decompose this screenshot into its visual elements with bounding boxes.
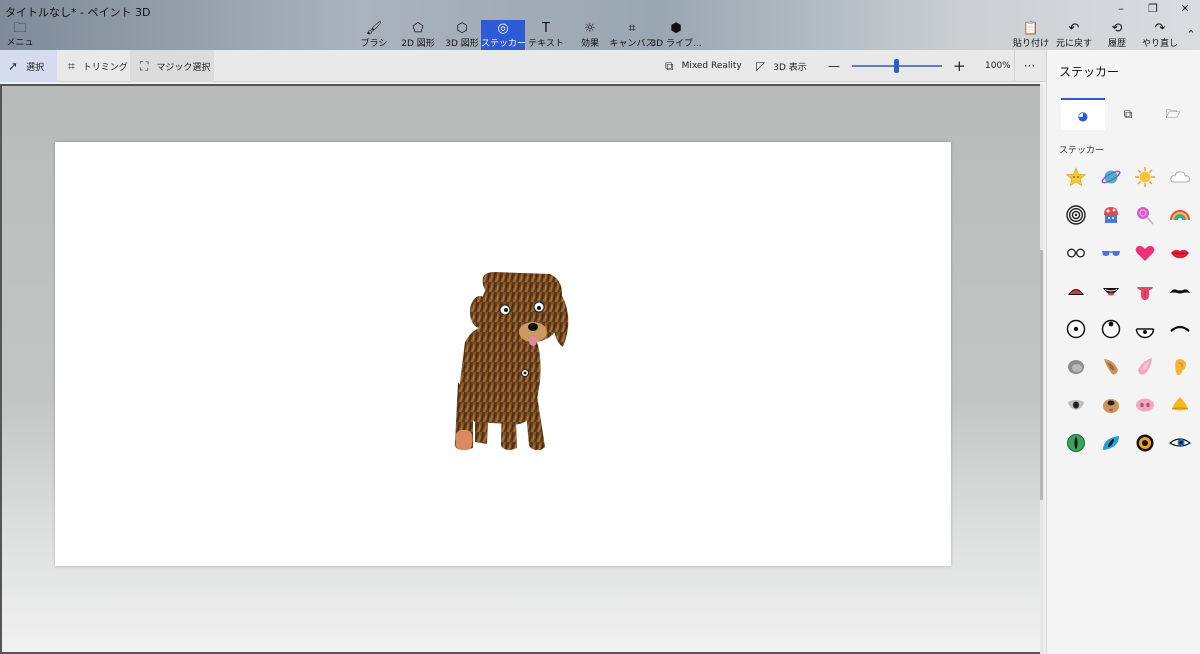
rainbow-sticker[interactable] [1168, 203, 1192, 227]
sunglasses-sticker[interactable] [1099, 241, 1123, 265]
tool-3d-library[interactable]: ⬢ 3D ライブ... [650, 22, 702, 50]
heart-sticker[interactable] [1133, 241, 1157, 265]
pig-nose-sticker[interactable] [1133, 393, 1157, 417]
ribbon: タイトルなし* - ペイント 3D – ❐ ✕ 🗀 メニュー 🖌 ブラシ ⬠ 2… [0, 0, 1200, 62]
star-sticker[interactable] [1064, 165, 1088, 189]
section-label: ステッカー [1059, 146, 1105, 156]
lizard-eye-sticker[interactable] [1064, 431, 1088, 455]
tool-label: 3D 図形 [445, 39, 479, 49]
zoom-slider-thumb[interactable] [894, 59, 899, 73]
canvas[interactable] [55, 142, 951, 566]
close-button[interactable]: ✕ [1170, 2, 1200, 18]
minimize-button[interactable]: – [1106, 2, 1136, 18]
folder-icon: 🗀 [13, 21, 27, 36]
mouse-ear-sticker[interactable] [1064, 355, 1088, 379]
tool-label: ブラシ [360, 39, 388, 49]
dog-3d-model[interactable] [55, 142, 951, 566]
crop-label: トリミング [82, 62, 128, 73]
eyebrow-sticker[interactable] [1168, 317, 1192, 341]
3d-view-button[interactable]: ◸ 3D 表示 [756, 50, 807, 82]
side-eye-sticker[interactable] [1168, 431, 1192, 455]
history-icon: ⟲ [1111, 21, 1123, 36]
history-button[interactable]: ⟲ 履歴 [1094, 22, 1140, 50]
magic-select-label: マジック選択 [156, 62, 211, 73]
panel-title: ステッカー [1059, 65, 1120, 79]
menu-button[interactable]: 🗀 メニュー [4, 21, 36, 62]
textures-tab-icon: ⧉ [1123, 107, 1133, 121]
eye-dot-sticker[interactable] [1064, 317, 1088, 341]
planet-sticker[interactable] [1099, 165, 1123, 189]
3d-view-label: 3D 表示 [773, 62, 807, 73]
redo-icon: ↷ [1154, 21, 1166, 36]
paste-button[interactable]: 📋 貼り付け [1008, 22, 1054, 50]
dog-ear-sticker[interactable] [1099, 355, 1123, 379]
cat-eye-sticker[interactable] [1099, 431, 1123, 455]
spiral-sticker[interactable] [1064, 203, 1088, 227]
3d-library-icon: ⬢ [670, 21, 682, 36]
3d-view-icon: ◸ [756, 59, 766, 73]
tool-label: テキスト [528, 39, 564, 49]
glasses-sticker[interactable] [1064, 241, 1088, 265]
cupcake-sticker[interactable] [1099, 203, 1123, 227]
cloud-sticker[interactable] [1168, 165, 1192, 189]
maximize-button[interactable]: ❐ [1138, 2, 1168, 18]
stickers-tab[interactable]: ◕ [1061, 98, 1105, 130]
paste-icon: 📋 [1022, 21, 1040, 36]
collapse-ribbon-icon[interactable]: ⌃ [1182, 28, 1200, 44]
eye-up-sticker[interactable] [1099, 317, 1123, 341]
tool-stickers[interactable]: ◎ ステッカー [481, 20, 526, 50]
tool-label: 2D 図形 [401, 39, 435, 49]
eye-sleepy-sticker[interactable] [1133, 317, 1157, 341]
tool-label: 効果 [580, 39, 599, 49]
mustache-sticker[interactable] [1168, 279, 1192, 303]
lips-sticker[interactable] [1168, 241, 1192, 265]
zoom-out-button[interactable]: — [828, 50, 840, 82]
human-ear-sticker[interactable] [1168, 355, 1192, 379]
stickers-icon: ◎ [497, 21, 509, 36]
tongue-sticker[interactable] [1133, 279, 1157, 303]
zoom-level[interactable]: 100% [985, 50, 1011, 82]
window-title: タイトルなし* - ペイント 3D [5, 6, 151, 19]
zoom-in-button[interactable]: + [953, 50, 966, 82]
owl-eye-sticker[interactable] [1133, 431, 1157, 455]
tool-label: キャンバス [609, 39, 655, 49]
more-options-button[interactable]: ··· [1014, 50, 1044, 82]
sun-sticker[interactable] [1133, 165, 1157, 189]
mixed-reality-icon: ⧉ [665, 58, 674, 73]
lollipop-sticker[interactable] [1133, 203, 1157, 227]
magic-select-button[interactable]: ⛶ マジック選択 [130, 50, 214, 82]
custom-sticker-tab[interactable]: 🗁 [1151, 98, 1195, 130]
select-label: 選択 [26, 62, 45, 73]
redo-button[interactable]: ↷ やり直し [1137, 22, 1183, 50]
pink-ear-sticker[interactable] [1133, 355, 1157, 379]
mixed-reality-label: Mixed Reality [681, 61, 742, 71]
koala-nose-sticker[interactable] [1064, 393, 1088, 417]
dog-nose-sticker[interactable] [1099, 393, 1123, 417]
textures-tab[interactable]: ⧉ [1106, 98, 1150, 130]
smile-sticker[interactable] [1099, 279, 1123, 303]
tool-label: 元に戻す [1055, 39, 1092, 49]
select-button[interactable]: ➚ 選択 [0, 50, 57, 82]
cursor-icon: ➚ [8, 59, 19, 73]
scrollbar-thumb[interactable] [1040, 250, 1043, 500]
tool-label: 履歴 [1107, 39, 1126, 49]
undo-icon: ↶ [1068, 21, 1080, 36]
beak-sticker[interactable] [1168, 393, 1192, 417]
crop-button[interactable]: ⌗ トリミング [58, 50, 130, 82]
mixed-reality-button[interactable]: ⧉ Mixed Reality [665, 50, 742, 82]
tool-label: 貼り付け [1012, 39, 1049, 49]
crop-icon: ⌗ [68, 58, 75, 73]
stickers-tab-icon: ◕ [1077, 109, 1089, 123]
folder-icon: 🗁 [1165, 107, 1181, 121]
undo-button[interactable]: ↶ 元に戻す [1051, 22, 1097, 50]
tool-label: 3D ライブ... [650, 39, 702, 49]
tool-label: やり直し [1141, 39, 1178, 49]
mouth-sticker[interactable] [1064, 279, 1088, 303]
magic-select-icon: ⛶ [140, 58, 149, 73]
stickers-panel [1046, 50, 1200, 654]
